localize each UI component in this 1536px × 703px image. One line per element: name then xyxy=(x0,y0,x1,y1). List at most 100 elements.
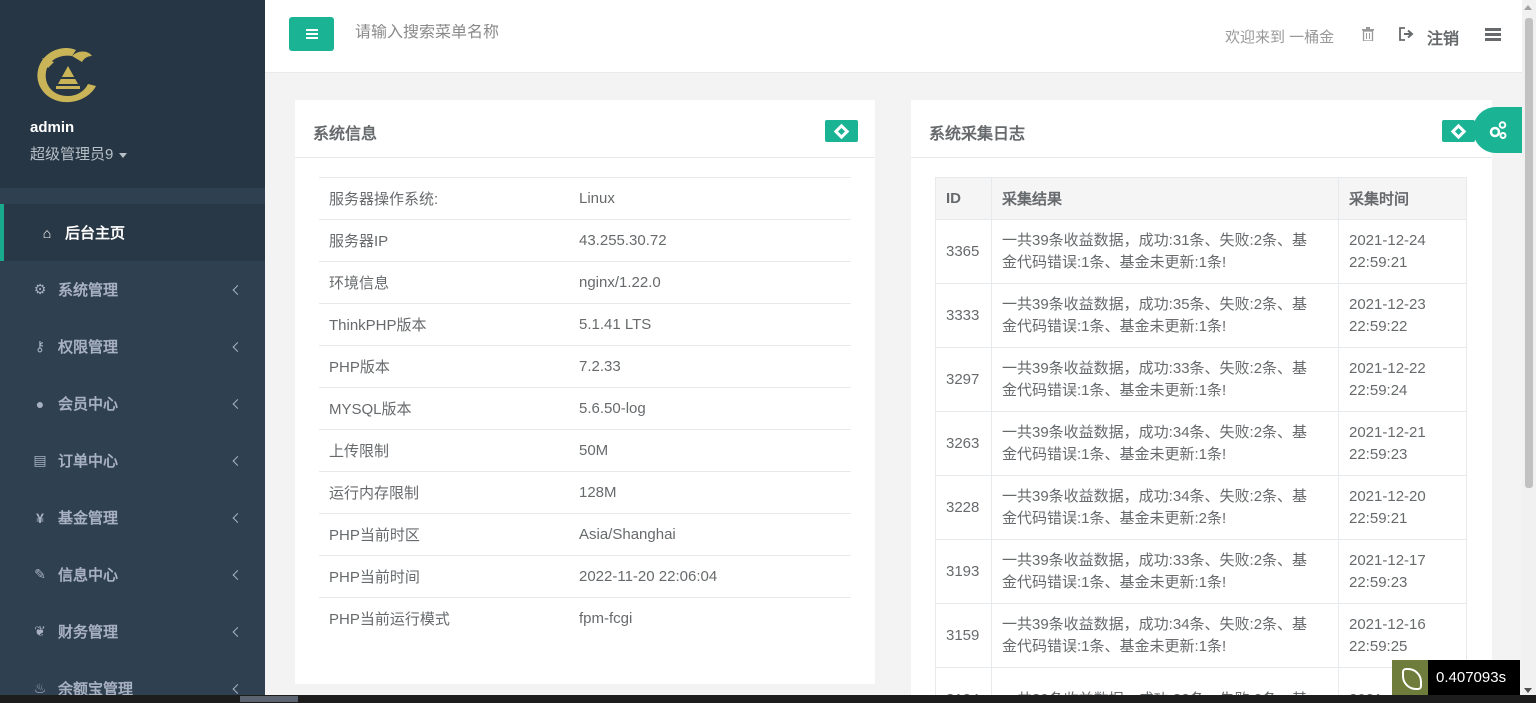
taskbar-item[interactable] xyxy=(240,696,298,702)
brand-logo xyxy=(37,48,96,103)
log-result-line: 金代码错误:1条、基金未更新:1条! xyxy=(1002,573,1227,591)
log-result-line: 金代码错误:1条、基金未更新:1条! xyxy=(1002,381,1227,399)
chevron-left-icon xyxy=(232,284,243,295)
sidebar-item-permission[interactable]: ⚷ 权限管理 xyxy=(0,318,265,375)
role-dropdown[interactable]: 超级管理员9 xyxy=(30,143,128,164)
search-input[interactable] xyxy=(355,24,755,42)
sign-out-icon[interactable] xyxy=(1399,27,1415,41)
scroll-down-icon[interactable] xyxy=(1524,688,1532,693)
info-label: 服务器IP xyxy=(319,219,569,262)
sidebar-item-label: 信息中心 xyxy=(58,567,119,584)
sidebar-item-label: 会员中心 xyxy=(58,396,119,413)
log-result-line: 一共39条收益数据，成功:34条、失败:2条、基 xyxy=(1002,423,1308,441)
log-time-line: 22:59:23 xyxy=(1349,445,1408,463)
log-result-line: 一共39条收益数据，成功:34条、失败:2条、基 xyxy=(1002,487,1308,505)
log-time-line: 2021-12-23 xyxy=(1349,295,1426,313)
settings-float-button[interactable] xyxy=(1473,107,1522,153)
sidebar-item-label: 权限管理 xyxy=(58,339,119,356)
trash-icon[interactable] xyxy=(1362,27,1374,41)
table-row: ThinkPHP版本 5.1.41 LTS xyxy=(319,303,851,346)
sidebar-item-members[interactable]: ● 会员中心 xyxy=(0,375,265,432)
leaf-icon: ❦ xyxy=(34,623,46,639)
column-header-result: 采集结果 xyxy=(991,177,1339,220)
sidebar-item-label: 基金管理 xyxy=(58,510,119,527)
log-id: 3365 xyxy=(935,219,992,284)
info-value: 50M xyxy=(569,429,851,472)
sidebar-item-system[interactable]: ⚙ 系统管理 xyxy=(0,261,265,318)
caret-down-icon xyxy=(119,152,128,158)
sidebar-item-home[interactable]: ⌂ 后台主页 xyxy=(0,204,265,261)
info-label: PHP版本 xyxy=(319,345,569,388)
info-value: Asia/Shanghai xyxy=(569,513,851,556)
log-result-line: 金代码错误:1条、基金未更新:2条! xyxy=(1002,509,1227,527)
table-row: 上传限制 50M xyxy=(319,429,851,472)
panel-title: 系统采集日志 xyxy=(929,126,1026,143)
log-result-line: 一共39条收益数据，成功:31条、失败:2条、基 xyxy=(1002,231,1308,249)
log-time-line: 2021-12-20 xyxy=(1349,487,1426,505)
yen-icon: ¥ xyxy=(36,509,44,526)
info-value: 5.1.41 LTS xyxy=(569,303,851,346)
log-result-line: 一共39条收益数据，成功:33条、失败:2条、基 xyxy=(1002,551,1308,569)
log-time-line: 2021-12-16 xyxy=(1349,615,1426,633)
log-result: 一共39条收益数据，成功:34条、失败:2条、基 金代码错误:1条、基金未更新:1… xyxy=(991,603,1339,668)
list-icon[interactable] xyxy=(1485,28,1501,41)
chevron-left-icon xyxy=(232,626,243,637)
log-time-line: 2021-12-21 xyxy=(1349,423,1426,441)
table-row: 服务器操作系统: Linux xyxy=(319,177,851,220)
info-value: 128M xyxy=(569,471,851,514)
sidebar-item-finance[interactable]: ❦ 财务管理 xyxy=(0,603,265,660)
collect-log-table: ID 采集结果 采集时间 3365 一共39条收益数据，成功:31条、失败:2条、… xyxy=(935,177,1467,703)
info-value: 2022-11-20 22:06:04 xyxy=(569,555,851,598)
log-time-line: 2021-12-17 xyxy=(1349,551,1426,569)
sidebar-item-funds[interactable]: ¥ 基金管理 xyxy=(0,489,265,546)
log-time: 2021-12-20 22:59:21 xyxy=(1338,475,1467,540)
debug-timer[interactable]: 0.407093s xyxy=(1392,660,1520,695)
system-info-panel: 系统信息 服务器操作系统: Linux 服务器IP 43.255.30.72 环境信息 n… xyxy=(295,100,875,684)
chevron-left-icon xyxy=(232,455,243,466)
scrollbar-thumb[interactable] xyxy=(1525,18,1533,488)
cogs-icon: ⚙ xyxy=(33,281,47,297)
timer-value: 0.407093s xyxy=(1436,669,1507,686)
menu-toggle-button[interactable] xyxy=(289,17,334,51)
table-row: 环境信息 nginx/1.22.0 xyxy=(319,261,851,304)
user-icon: ● xyxy=(35,395,45,412)
info-value: fpm-fcgi xyxy=(569,597,851,640)
log-result: 一共39条收益数据，成功:33条、失败:2条、基 金代码错误:1条、基金未更新:1… xyxy=(991,539,1339,604)
log-time: 2021-12-17 22:59:23 xyxy=(1338,539,1467,604)
table-row: 3263 一共39条收益数据，成功:34条、失败:2条、基 金代码错误:1条、基金未… xyxy=(935,411,1467,476)
cogs-icon xyxy=(1489,121,1506,139)
panel-tool-button[interactable] xyxy=(1442,120,1475,142)
profile-area: admin 超级管理员9 xyxy=(0,0,265,188)
scrollbar[interactable] xyxy=(1522,0,1536,703)
column-header-id: ID xyxy=(935,177,992,220)
table-row: 3193 一共39条收益数据，成功:33条、失败:2条、基 金代码错误:1条、基金未… xyxy=(935,539,1467,604)
log-id: 3193 xyxy=(935,539,992,604)
table-row: 3333 一共39条收益数据，成功:35条、失败:2条、基 金代码错误:1条、基金未… xyxy=(935,283,1467,348)
log-time-line: 22:59:21 xyxy=(1349,509,1408,527)
divider xyxy=(295,157,875,158)
table-row: 运行内存限制 128M xyxy=(319,471,851,514)
log-result: 一共39条收益数据，成功:34条、失败:2条、基 金代码错误:1条、基金未更新:2… xyxy=(991,475,1339,540)
log-result-line: 一共39条收益数据，成功:35条、失败:2条、基 xyxy=(1002,295,1308,313)
log-result-line: 金代码错误:1条、基金未更新:1条! xyxy=(1002,445,1227,463)
log-time: 2021-12-22 22:59:24 xyxy=(1338,347,1467,412)
log-time-line: 22:59:24 xyxy=(1349,381,1408,399)
table-row: PHP当前时间 2022-11-20 22:06:04 xyxy=(319,555,851,598)
log-result-line: 一共39条收益数据，成功:33条、失败:2条、基 xyxy=(1002,359,1308,377)
info-label: ThinkPHP版本 xyxy=(319,303,569,346)
logout-button[interactable]: 注销 xyxy=(1427,25,1459,49)
info-label: 上传限制 xyxy=(319,429,569,472)
log-time-line: 22:59:23 xyxy=(1349,573,1408,591)
divider xyxy=(911,157,1492,158)
sidebar-item-orders[interactable]: ▤ 订单中心 xyxy=(0,432,265,489)
log-time: 2021-12-16 22:59:25 xyxy=(1338,603,1467,668)
scroll-up-icon[interactable] xyxy=(1524,5,1532,10)
panel-tool-button[interactable] xyxy=(825,120,858,142)
topbar: 欢迎来到 一桶金 注销 xyxy=(265,0,1522,73)
home-icon: ⌂ xyxy=(42,224,52,241)
panel-title: 系统信息 xyxy=(313,126,378,143)
chevron-left-icon xyxy=(232,398,243,409)
info-label: 环境信息 xyxy=(319,261,569,304)
log-result: 一共39条收益数据，成功:31条、失败:2条、基 金代码错误:1条、基金未更新:1… xyxy=(991,219,1339,284)
sidebar-item-info[interactable]: ✎ 信息中心 xyxy=(0,546,265,603)
